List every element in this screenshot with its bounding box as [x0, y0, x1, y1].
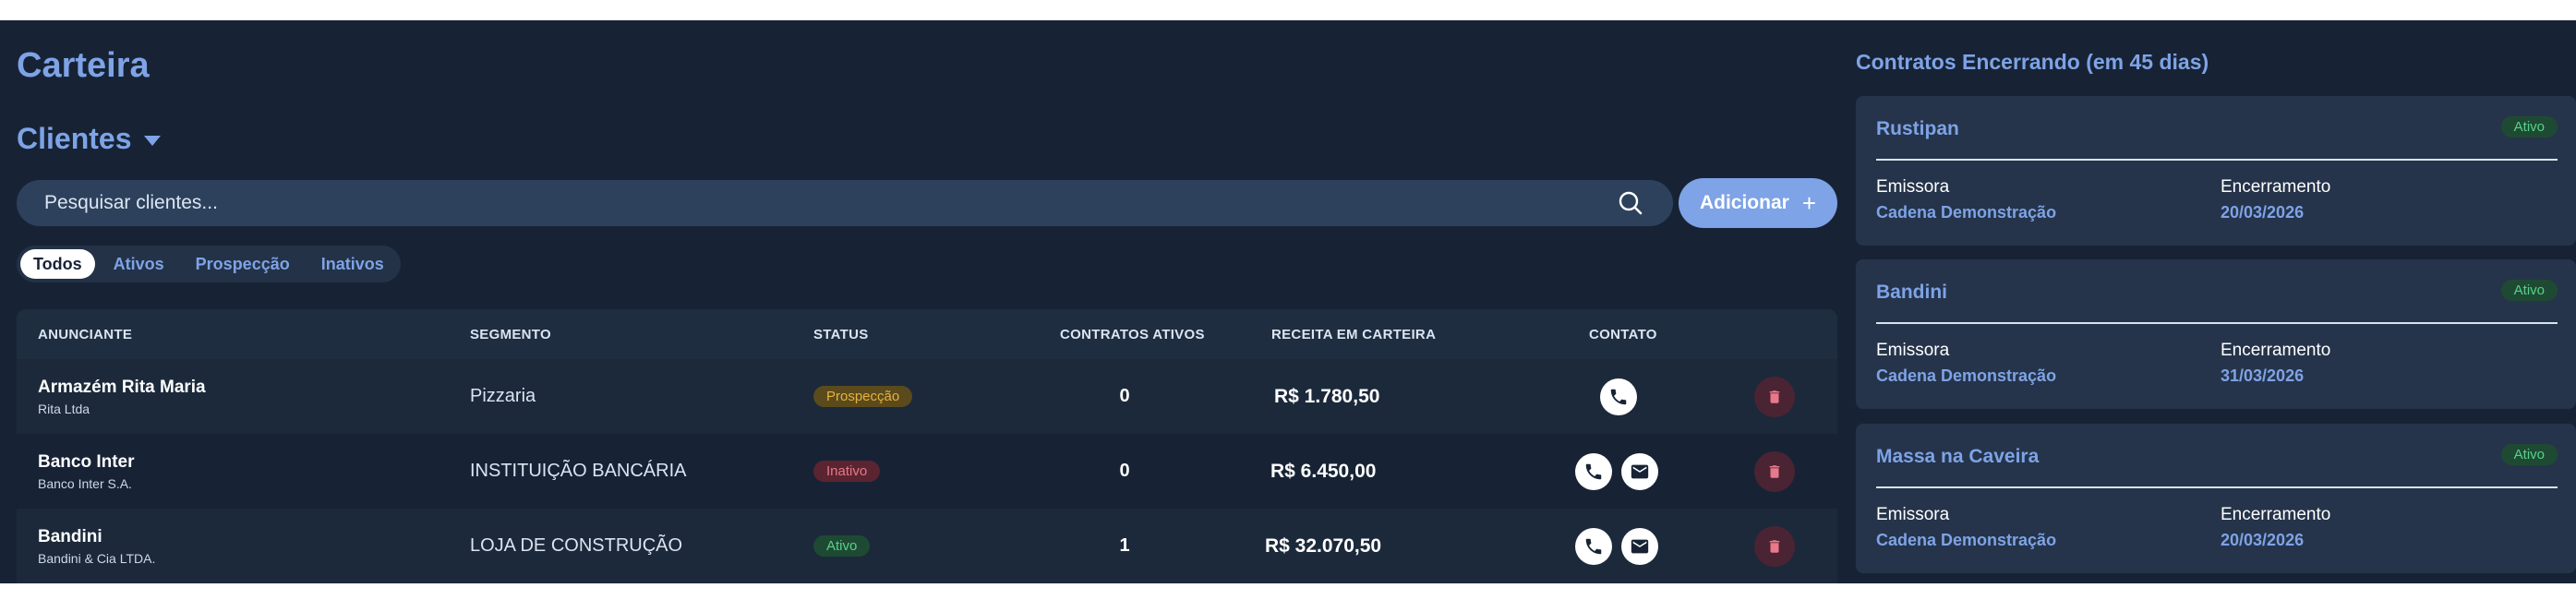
contract-card[interactable]: Bandini Ativo Emissora Cadena Demonstraç… [1856, 259, 2576, 409]
expiring-contracts-panel: Contratos Encerrando (em 45 dias) Rustip… [1856, 20, 2576, 583]
issuer-value: Cadena Demonstração [1876, 203, 2057, 222]
end-date-value: 20/03/2026 [2221, 203, 2305, 222]
end-label: Encerramento [2221, 341, 2331, 360]
segment-text: Pizzaria [470, 386, 536, 406]
portfolio-main: Carteira Clientes Pesquisar clientes... … [17, 20, 1837, 583]
phone-icon[interactable] [1600, 378, 1637, 415]
advertiser-name: Bandini [38, 526, 102, 546]
app-window: Carteira Clientes Pesquisar clientes... … [0, 20, 2576, 583]
plus-icon: + [1801, 189, 1817, 217]
filter-inactive[interactable]: Inativos [308, 249, 397, 279]
divider [1876, 159, 2558, 161]
filter-prospect[interactable]: Prospecção [183, 249, 303, 279]
active-contracts-count: 0 [1119, 386, 1130, 406]
divider [1876, 322, 2558, 324]
column-header-revenue: RECEITA EM CARTEIRA [1271, 326, 1437, 342]
search-icon[interactable] [1616, 188, 1645, 218]
status-filter-tabs: Todos Ativos Prospecção Inativos [17, 246, 401, 282]
table-row[interactable]: Banco Inter Banco Inter S.A. INSTITUIÇÃO… [17, 434, 1837, 509]
advertiser-company: Bandini & Cia LTDA. [38, 550, 156, 566]
status-badge: Ativo [2500, 280, 2558, 301]
section-title: Clientes [17, 122, 132, 155]
table-row[interactable]: Armazém Rita Maria Rita Ltda Pizzaria Pr… [17, 359, 1837, 434]
search-input[interactable]: Pesquisar clientes... [44, 192, 1616, 214]
table-header: ANUNCIANTE SEGMENTO STATUS CONTRATOS ATI… [17, 309, 1837, 359]
trash-icon[interactable] [1754, 525, 1795, 567]
status-badge: Inativo [813, 461, 881, 482]
column-header-status: STATUS [813, 326, 869, 342]
search-bar[interactable]: Pesquisar clientes... [17, 180, 1673, 226]
portfolio-revenue: R$ 6.450,00 [1270, 460, 1377, 482]
issuer-value: Cadena Demonstração [1876, 366, 2057, 385]
portfolio-revenue: R$ 32.070,50 [1265, 534, 1382, 557]
clients-section-toggle[interactable]: Clientes [17, 122, 162, 156]
add-client-button[interactable]: Adicionar + [1679, 178, 1837, 228]
advertiser-company: Banco Inter S.A. [38, 475, 132, 491]
end-label: Encerramento [2221, 505, 2331, 524]
contract-client-name: Bandini [1876, 282, 1947, 303]
clients-table: ANUNCIANTE SEGMENTO STATUS CONTRATOS ATI… [17, 309, 1837, 583]
contract-client-name: Rustipan [1876, 118, 1959, 139]
column-header-advertiser: ANUNCIANTE [38, 326, 133, 342]
add-button-label: Adicionar [1699, 192, 1789, 213]
filter-active[interactable]: Ativos [101, 249, 177, 279]
phone-icon[interactable] [1575, 452, 1612, 490]
advertiser-company: Rita Ltda [38, 401, 90, 416]
issuer-label: Emissora [1876, 505, 1950, 524]
active-contracts-count: 1 [1119, 535, 1130, 556]
end-date-value: 20/03/2026 [2221, 531, 2305, 549]
filter-all[interactable]: Todos [20, 249, 95, 279]
status-badge: Ativo [2500, 116, 2558, 138]
status-badge: Ativo [2500, 444, 2558, 465]
portfolio-revenue: R$ 1.780,50 [1274, 385, 1380, 407]
column-header-contracts: CONTRATOS ATIVOS [1060, 326, 1205, 342]
status-badge: Ativo [813, 535, 871, 557]
chevron-down-icon [144, 136, 162, 146]
trash-icon[interactable] [1754, 450, 1795, 492]
trash-icon[interactable] [1754, 376, 1795, 417]
mail-icon[interactable] [1621, 452, 1658, 490]
end-date-value: 31/03/2026 [2221, 366, 2305, 385]
advertiser-name: Banco Inter [38, 451, 135, 472]
divider [1876, 486, 2558, 488]
issuer-value: Cadena Demonstração [1876, 531, 2057, 549]
contract-client-name: Massa na Caveira [1876, 446, 2040, 467]
issuer-label: Emissora [1876, 177, 1950, 197]
segment-text: LOJA DE CONSTRUÇÃO [470, 535, 683, 556]
segment-text: INSTITUIÇÃO BANCÁRIA [470, 461, 687, 481]
issuer-label: Emissora [1876, 341, 1950, 360]
phone-icon[interactable] [1575, 527, 1612, 565]
status-badge: Prospecção [813, 386, 913, 407]
advertiser-name: Armazém Rita Maria [38, 377, 206, 397]
contract-card[interactable]: Rustipan Ativo Emissora Cadena Demonstra… [1856, 96, 2576, 246]
table-row[interactable]: Bandini Bandini & Cia LTDA. LOJA DE CONS… [17, 509, 1837, 583]
column-header-segment: SEGMENTO [470, 326, 551, 342]
contract-card[interactable]: Massa na Caveira Ativo Emissora Cadena D… [1856, 424, 2576, 573]
end-label: Encerramento [2221, 177, 2331, 197]
active-contracts-count: 0 [1119, 461, 1130, 481]
column-header-contact: CONTATO [1589, 326, 1657, 342]
mail-icon[interactable] [1621, 527, 1658, 565]
page-title: Carteira [17, 46, 150, 85]
panel-title: Contratos Encerrando (em 45 dias) [1856, 50, 2209, 74]
